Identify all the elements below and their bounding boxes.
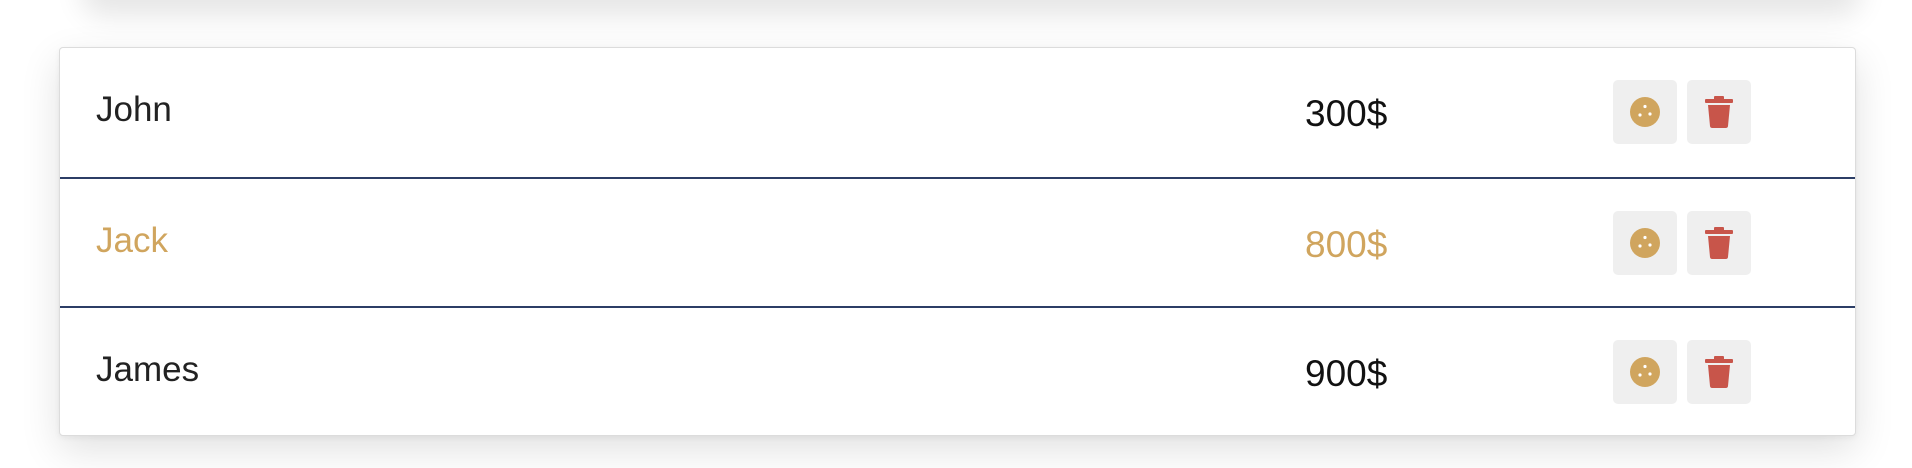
delete-button[interactable] bbox=[1687, 340, 1751, 404]
list-item: John 300$ bbox=[60, 48, 1855, 177]
cookie-icon bbox=[1629, 356, 1661, 388]
price-list-card: John 300$ Jack 800$ James 900$ bbox=[59, 47, 1856, 436]
cookie-button[interactable] bbox=[1613, 80, 1677, 144]
item-price: 900$ bbox=[1305, 353, 1388, 394]
item-name: Jack bbox=[96, 221, 168, 260]
item-name: James bbox=[96, 350, 200, 389]
cookie-icon bbox=[1629, 96, 1661, 128]
item-name: John bbox=[96, 90, 172, 129]
item-price: 800$ bbox=[1305, 224, 1388, 265]
trash-icon bbox=[1704, 95, 1734, 129]
delete-button[interactable] bbox=[1687, 80, 1751, 144]
delete-button[interactable] bbox=[1687, 211, 1751, 275]
cookie-button[interactable] bbox=[1613, 211, 1677, 275]
cookie-button[interactable] bbox=[1613, 340, 1677, 404]
trash-icon bbox=[1704, 226, 1734, 260]
trash-icon bbox=[1704, 355, 1734, 389]
list-item: Jack 800$ bbox=[60, 177, 1855, 306]
item-price: 300$ bbox=[1305, 93, 1388, 134]
list-item: James 900$ bbox=[60, 306, 1855, 435]
page: John 300$ Jack 800$ James 900$ bbox=[0, 0, 1912, 468]
cookie-icon bbox=[1629, 227, 1661, 259]
